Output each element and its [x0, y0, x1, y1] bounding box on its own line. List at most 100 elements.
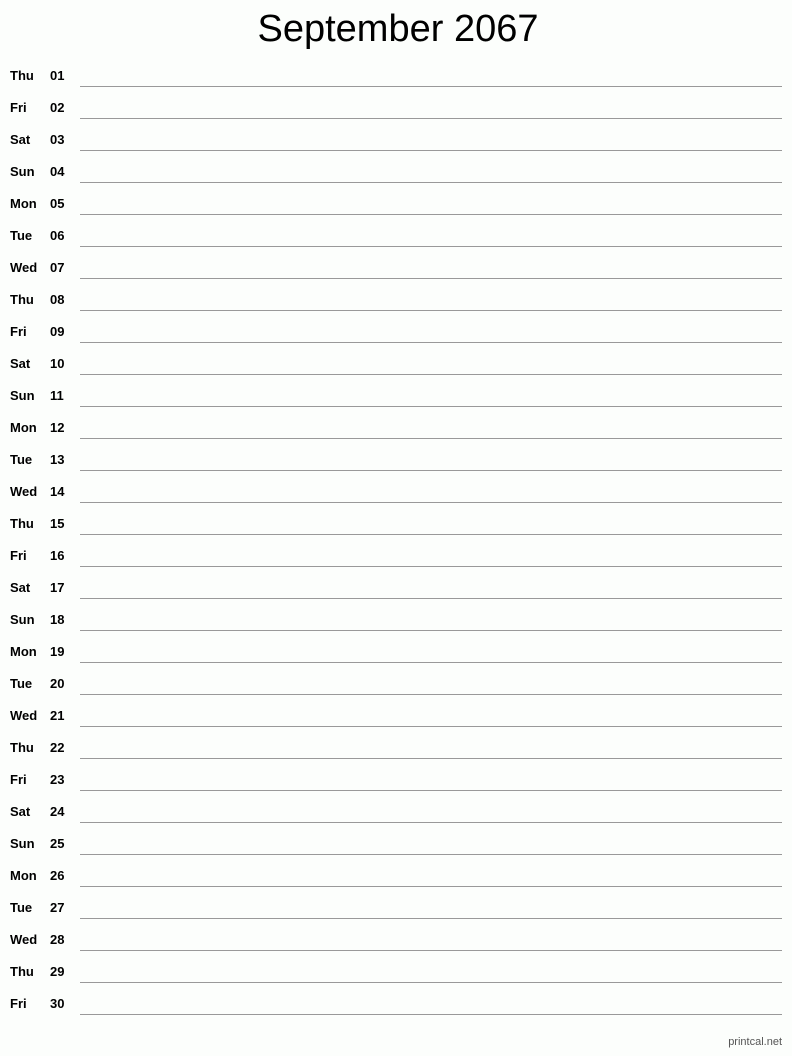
writing-line[interactable]: [80, 790, 782, 791]
day-number: 11: [50, 388, 64, 403]
writing-line[interactable]: [80, 1014, 782, 1015]
day-of-week: Sat: [10, 356, 31, 371]
day-of-week: Sat: [10, 580, 31, 595]
day-of-week: Fri: [10, 324, 27, 339]
writing-line[interactable]: [80, 438, 782, 439]
day-number: 07: [50, 260, 65, 275]
day-of-week: Wed: [10, 484, 38, 499]
page-title: September 2067: [257, 8, 539, 50]
day-number: 19: [50, 644, 65, 659]
day-of-week: Tue: [10, 228, 33, 243]
day-of-week: Mon: [10, 420, 37, 435]
day-row: Wed 21: [0, 700, 792, 732]
day-of-week: Wed: [10, 932, 38, 947]
writing-line[interactable]: [80, 854, 782, 855]
writing-line[interactable]: [80, 310, 782, 311]
day-row: Tue 13: [0, 444, 792, 476]
day-of-week: Wed: [10, 260, 38, 275]
day-number: 25: [50, 836, 65, 851]
day-of-week: Thu: [10, 964, 34, 979]
day-number: 06: [50, 228, 65, 243]
day-of-week: Fri: [10, 772, 27, 787]
day-row: Thu 08: [0, 284, 792, 316]
day-list: Thu 01 Fri 02 Sat 03 Sun 04 Mon 05 Tue 06 Wed 07 Thu 08…: [0, 60, 792, 1020]
day-number: 29: [50, 964, 65, 979]
writing-line[interactable]: [80, 822, 782, 823]
day-number: 10: [50, 356, 65, 371]
writing-line[interactable]: [80, 406, 782, 407]
writing-line[interactable]: [80, 214, 782, 215]
day-number: 02: [50, 100, 65, 115]
writing-line[interactable]: [80, 502, 782, 503]
writing-line[interactable]: [80, 726, 782, 727]
day-row: Thu 29: [0, 956, 792, 988]
day-number: 24: [50, 804, 65, 819]
day-row: Sat 03: [0, 124, 792, 156]
day-number: 20: [50, 676, 65, 691]
day-number: 18: [50, 612, 65, 627]
day-row: Mon 12: [0, 412, 792, 444]
day-row: Wed 14: [0, 476, 792, 508]
day-number: 22: [50, 740, 65, 755]
day-number: 13: [50, 452, 65, 467]
writing-line[interactable]: [80, 278, 782, 279]
writing-line[interactable]: [80, 118, 782, 119]
writing-line[interactable]: [80, 694, 782, 695]
writing-line[interactable]: [80, 566, 782, 567]
day-of-week: Wed: [10, 708, 38, 723]
day-row: Thu 22: [0, 732, 792, 764]
writing-line[interactable]: [80, 662, 782, 663]
day-number: 01: [50, 68, 65, 83]
day-number: 30: [50, 996, 65, 1011]
day-number: 23: [50, 772, 65, 787]
day-number: 27: [50, 900, 65, 915]
writing-line[interactable]: [80, 950, 782, 951]
day-of-week: Thu: [10, 292, 34, 307]
footer-credit: printcal.net: [728, 1036, 782, 1048]
day-row: Wed 28: [0, 924, 792, 956]
day-row: Fri 02: [0, 92, 792, 124]
day-of-week: Thu: [10, 516, 34, 531]
day-of-week: Mon: [10, 868, 37, 883]
writing-line[interactable]: [80, 374, 782, 375]
day-row: Sat 17: [0, 572, 792, 604]
day-number: 08: [50, 292, 65, 307]
day-row: Fri 16: [0, 540, 792, 572]
day-number: 14: [50, 484, 65, 499]
day-of-week: Tue: [10, 900, 33, 915]
day-number: 15: [50, 516, 65, 531]
day-of-week: Thu: [10, 740, 34, 755]
day-of-week: Sun: [10, 836, 35, 851]
day-number: 12: [50, 420, 65, 435]
day-row: Sun 04: [0, 156, 792, 188]
writing-line[interactable]: [80, 630, 782, 631]
writing-line[interactable]: [80, 982, 782, 983]
day-of-week: Mon: [10, 644, 37, 659]
day-number: 16: [50, 548, 65, 563]
day-of-week: Mon: [10, 196, 37, 211]
day-row: Thu 01: [0, 60, 792, 92]
writing-line[interactable]: [80, 534, 782, 535]
writing-line[interactable]: [80, 598, 782, 599]
day-number: 28: [50, 932, 65, 947]
writing-line[interactable]: [80, 758, 782, 759]
writing-line[interactable]: [80, 182, 782, 183]
day-row: Mon 05: [0, 188, 792, 220]
day-of-week: Sun: [10, 388, 35, 403]
writing-line[interactable]: [80, 470, 782, 471]
writing-line[interactable]: [80, 86, 782, 87]
day-number: 04: [50, 164, 65, 179]
writing-line[interactable]: [80, 150, 782, 151]
day-of-week: Fri: [10, 100, 27, 115]
day-of-week: Sun: [10, 164, 35, 179]
writing-line[interactable]: [80, 918, 782, 919]
writing-line[interactable]: [80, 342, 782, 343]
writing-line[interactable]: [80, 886, 782, 887]
day-of-week: Fri: [10, 548, 27, 563]
day-number: 21: [50, 708, 65, 723]
day-row: Fri 23: [0, 764, 792, 796]
day-number: 17: [50, 580, 65, 595]
day-of-week: Sat: [10, 132, 31, 147]
day-row: Sat 24: [0, 796, 792, 828]
writing-line[interactable]: [80, 246, 782, 247]
